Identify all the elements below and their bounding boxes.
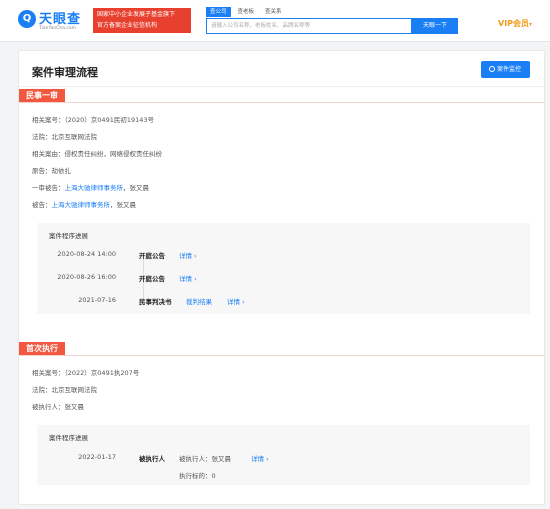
event-date: 2022-01-17 bbox=[78, 453, 116, 461]
case-monitor-button[interactable]: 案件监控 bbox=[481, 61, 530, 78]
defendant-link[interactable]: 上海大驰律师事务所 bbox=[52, 201, 111, 209]
case-monitor-label: 案件监控 bbox=[497, 66, 522, 73]
case-flow-card: 案件审理流程 案件监控 民事一审 相关案号：（2020）京0491民初19143… bbox=[18, 50, 545, 505]
divider bbox=[19, 102, 544, 103]
vip-label: VIP会员 bbox=[498, 19, 530, 28]
logo-name: 天眼查 bbox=[39, 12, 82, 27]
event-date: 2021-07-16 bbox=[78, 296, 116, 304]
banner-line-2: 官方备案企业征信机构 bbox=[97, 22, 158, 29]
case1-court: 法院：北京互联网法院 bbox=[32, 133, 97, 141]
execution-amount: 执行标的：0 bbox=[179, 472, 216, 480]
chevron-down-icon: ▾ bbox=[529, 21, 533, 28]
event-detail-link[interactable]: 详情 › bbox=[227, 296, 245, 306]
case1-first-defendant: 一审被告：上海大驰律师事务所，张又晨 bbox=[32, 182, 149, 192]
search-input[interactable]: 请输入公司名称、老板姓名、品牌名称等 bbox=[206, 18, 412, 34]
event-detail-link[interactable]: 详情 › bbox=[179, 273, 197, 283]
case2-case-number: 相关案号：（2022）京0491执207号 bbox=[32, 369, 140, 377]
case1-progress-title: 案件程序进展 bbox=[49, 232, 88, 240]
divider bbox=[19, 355, 544, 356]
judgment-result-link[interactable]: 裁判结果 bbox=[186, 296, 212, 306]
search-tabs: 查公司 查老板 查关系 bbox=[206, 7, 286, 17]
search-area: 查公司 查老板 查关系 请输入公司名称、老板姓名、品牌名称等 天眼一下 bbox=[206, 7, 458, 35]
top-navigation-bar: Q 天眼查 TianYanCha.com 国家中小企业发展子基金旗下 官方备案企… bbox=[0, 0, 550, 42]
banner-line-1: 国家中小企业发展子基金旗下 bbox=[97, 11, 176, 18]
tianyancha-logo[interactable]: Q 天眼查 TianYanCha.com bbox=[18, 8, 90, 34]
case2-progress-panel: 案件程序进展 2022-01-17 被执行人 被执行人：张又晨 详情 › 执行标… bbox=[37, 425, 530, 485]
logo-domain: TianYanCha.com bbox=[39, 26, 77, 31]
event-date: 2020-08-24 14:00 bbox=[57, 250, 116, 258]
case2-court: 法院：北京互联网法院 bbox=[32, 386, 97, 394]
case1-case-number: 相关案号：（2020）京0491民初19143号 bbox=[32, 116, 155, 124]
defendant-other: ，张又晨 bbox=[110, 201, 136, 209]
credit-agency-banner[interactable]: 国家中小企业发展子基金旗下 官方备案企业征信机构 bbox=[93, 8, 191, 33]
search-button[interactable]: 天眼一下 bbox=[412, 18, 458, 34]
event-detail-link[interactable]: 详情 › bbox=[251, 453, 269, 463]
vip-member-link[interactable]: VIP会员▾ bbox=[498, 18, 532, 29]
search-tab-boss[interactable]: 查老板 bbox=[234, 7, 259, 17]
case2-stage-tag: 首次执行 bbox=[19, 342, 65, 356]
first-defendant-other: ，张又晨 bbox=[123, 184, 149, 192]
divider bbox=[19, 86, 544, 87]
defendant-label: 被告： bbox=[32, 201, 52, 209]
first-defendant-label: 一审被告： bbox=[32, 184, 65, 192]
event-detail-link[interactable]: 详情 › bbox=[179, 250, 197, 260]
logo-mark-icon: Q bbox=[18, 10, 36, 28]
case1-defendant: 被告：上海大驰律师事务所，张又晨 bbox=[32, 199, 136, 209]
event-type: 开庭公告 bbox=[139, 275, 165, 283]
event-type: 民事判决书 bbox=[139, 298, 172, 306]
executee-name: 被执行人：张又晨 bbox=[179, 455, 231, 463]
event-date: 2020-08-26 16:00 bbox=[57, 273, 116, 281]
case1-plaintiff: 原告：劫依扎 bbox=[32, 167, 71, 175]
case1-stage-tag: 民事一审 bbox=[19, 89, 65, 103]
first-defendant-link[interactable]: 上海大驰律师事务所 bbox=[65, 184, 124, 192]
case1-cause: 相关案由：侵权责任纠纷，网络侵权责任纠纷 bbox=[32, 150, 162, 158]
search-tab-company[interactable]: 查公司 bbox=[206, 7, 231, 17]
case2-progress-title: 案件程序进展 bbox=[49, 434, 88, 442]
case2-executee: 被执行人：张又晨 bbox=[32, 403, 84, 411]
search-tab-relation[interactable]: 查关系 bbox=[261, 7, 286, 17]
case1-progress-panel: 案件程序进展 2020-08-24 14:00 开庭公告 详情 › 2020-0… bbox=[37, 223, 530, 314]
event-type: 开庭公告 bbox=[139, 252, 165, 260]
event-type: 被执行人 bbox=[139, 455, 165, 463]
page-title: 案件审理流程 bbox=[32, 66, 98, 79]
monitor-icon bbox=[489, 66, 495, 72]
